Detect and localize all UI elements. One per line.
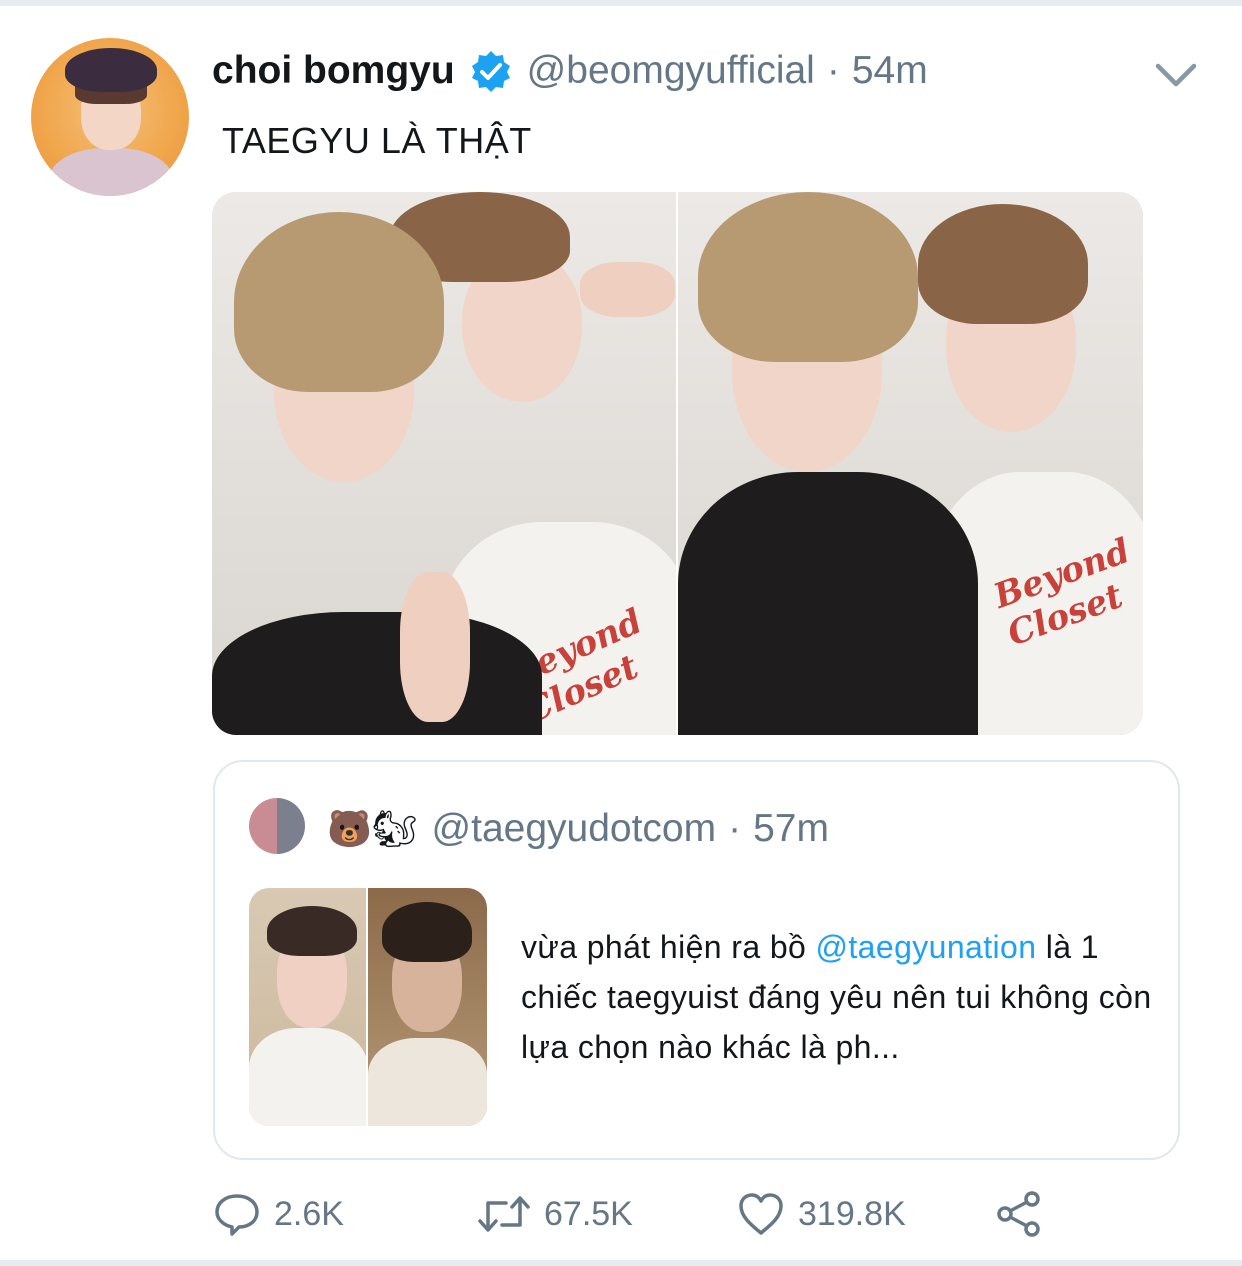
like-button[interactable]: 319.8K bbox=[736, 1182, 906, 1246]
verified-badge-icon bbox=[469, 49, 513, 93]
retweet-count: 67.5K bbox=[544, 1194, 633, 1233]
tweet-photo[interactable]: Beyond Closet bbox=[678, 192, 1143, 735]
quoted-tweet-header: 🐻🐿 @taegyudotcom · 57m bbox=[327, 804, 829, 854]
like-icon bbox=[739, 1193, 783, 1235]
top-divider bbox=[0, 0, 1242, 6]
reply-count: 2.6K bbox=[274, 1194, 344, 1233]
author-handle[interactable]: @beomgyufficial bbox=[527, 49, 815, 93]
author-avatar[interactable] bbox=[31, 38, 189, 196]
quoted-photo bbox=[368, 888, 487, 1126]
quoted-author-avatar[interactable] bbox=[249, 798, 305, 854]
reply-icon bbox=[215, 1194, 259, 1236]
quoted-author-name[interactable]: 🐻🐿 bbox=[327, 808, 418, 850]
quoted-author-handle[interactable]: @taegyudotcom bbox=[432, 807, 717, 851]
tweet-text: TAEGYU LÀ THẬT bbox=[222, 120, 532, 161]
tweet-timestamp[interactable]: 54m bbox=[852, 49, 928, 93]
quoted-tweet-text: vừa phát hiện ra bồ @taegyunation là 1 c… bbox=[521, 922, 1161, 1072]
separator-dot: · bbox=[826, 49, 840, 92]
quoted-tweet-media[interactable] bbox=[249, 888, 487, 1126]
tweet-media[interactable]: Beyond Closet Beyond Closet bbox=[212, 192, 1143, 735]
author-display-name[interactable]: choi bomgyu bbox=[212, 49, 455, 93]
quoted-tweet[interactable]: 🐻🐿 @taegyudotcom · 57m vừa phát hiện ra … bbox=[213, 760, 1180, 1160]
retweet-icon bbox=[478, 1196, 530, 1232]
mention-link[interactable]: @taegyunation bbox=[816, 929, 1037, 965]
tweet-actions: 2.6K 67.5K 319.8K bbox=[212, 1182, 1072, 1246]
quoted-tweet-timestamp: 57m bbox=[753, 807, 829, 850]
retweet-button[interactable]: 67.5K bbox=[476, 1182, 633, 1246]
share-icon bbox=[997, 1191, 1040, 1237]
share-button[interactable] bbox=[994, 1182, 1044, 1246]
tweet-photo[interactable]: Beyond Closet bbox=[212, 192, 678, 735]
quoted-photo bbox=[249, 888, 368, 1126]
quoted-text-before: vừa phát hiện ra bồ bbox=[521, 929, 816, 965]
chevron-down-icon[interactable] bbox=[1152, 56, 1200, 94]
bottom-divider bbox=[0, 1260, 1242, 1266]
reply-button[interactable]: 2.6K bbox=[212, 1182, 344, 1246]
tweet-header: choi bomgyu @beomgyufficial · 54m bbox=[212, 44, 928, 98]
like-count: 319.8K bbox=[798, 1194, 906, 1233]
separator-dot: · bbox=[728, 807, 742, 850]
